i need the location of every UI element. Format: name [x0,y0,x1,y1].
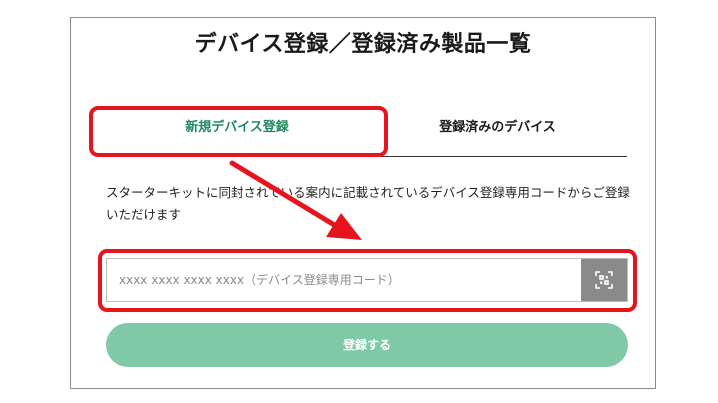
tab-new-device-registration[interactable]: 新規デバイス登録 [106,106,368,156]
qr-scan-icon [595,271,613,289]
instruction-text: スターターキットに同封されている案内に記載されているデバイス登録専用コードからご… [106,185,630,222]
device-code-input[interactable] [107,259,581,301]
tab-bar: 新規デバイス登録 登録済みのデバイス [106,106,627,157]
register-button[interactable]: 登録する [106,323,628,367]
page-title: デバイス登録／登録済み製品一覧 [194,32,532,57]
device-code-field [106,258,628,302]
qr-scan-button[interactable] [581,259,627,301]
tab-registered-devices[interactable]: 登録済みのデバイス [368,106,627,154]
